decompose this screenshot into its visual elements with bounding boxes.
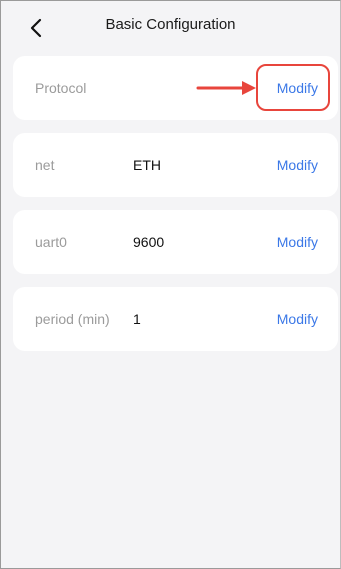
row-value: 9600 xyxy=(133,234,165,250)
config-row-period: period (min) 1 Modify xyxy=(13,287,338,351)
header-bar: Basic Configuration xyxy=(0,0,341,52)
row-label: net xyxy=(35,157,55,173)
row-value: 1 xyxy=(133,311,141,327)
modify-period-button[interactable]: Modify xyxy=(277,311,318,327)
annotation-highlight-box xyxy=(256,64,330,111)
modify-uart0-button[interactable]: Modify xyxy=(277,234,318,250)
config-row-uart0: uart0 9600 Modify xyxy=(13,210,338,274)
row-label: uart0 xyxy=(35,234,67,250)
annotation-arrow-icon xyxy=(196,81,256,95)
config-row-net: net ETH Modify xyxy=(13,133,338,197)
page-title: Basic Configuration xyxy=(105,16,236,33)
modify-net-button[interactable]: Modify xyxy=(277,157,318,173)
row-value: ETH xyxy=(133,157,161,173)
row-label: Protocol xyxy=(35,80,87,96)
row-label: period (min) xyxy=(35,311,110,327)
